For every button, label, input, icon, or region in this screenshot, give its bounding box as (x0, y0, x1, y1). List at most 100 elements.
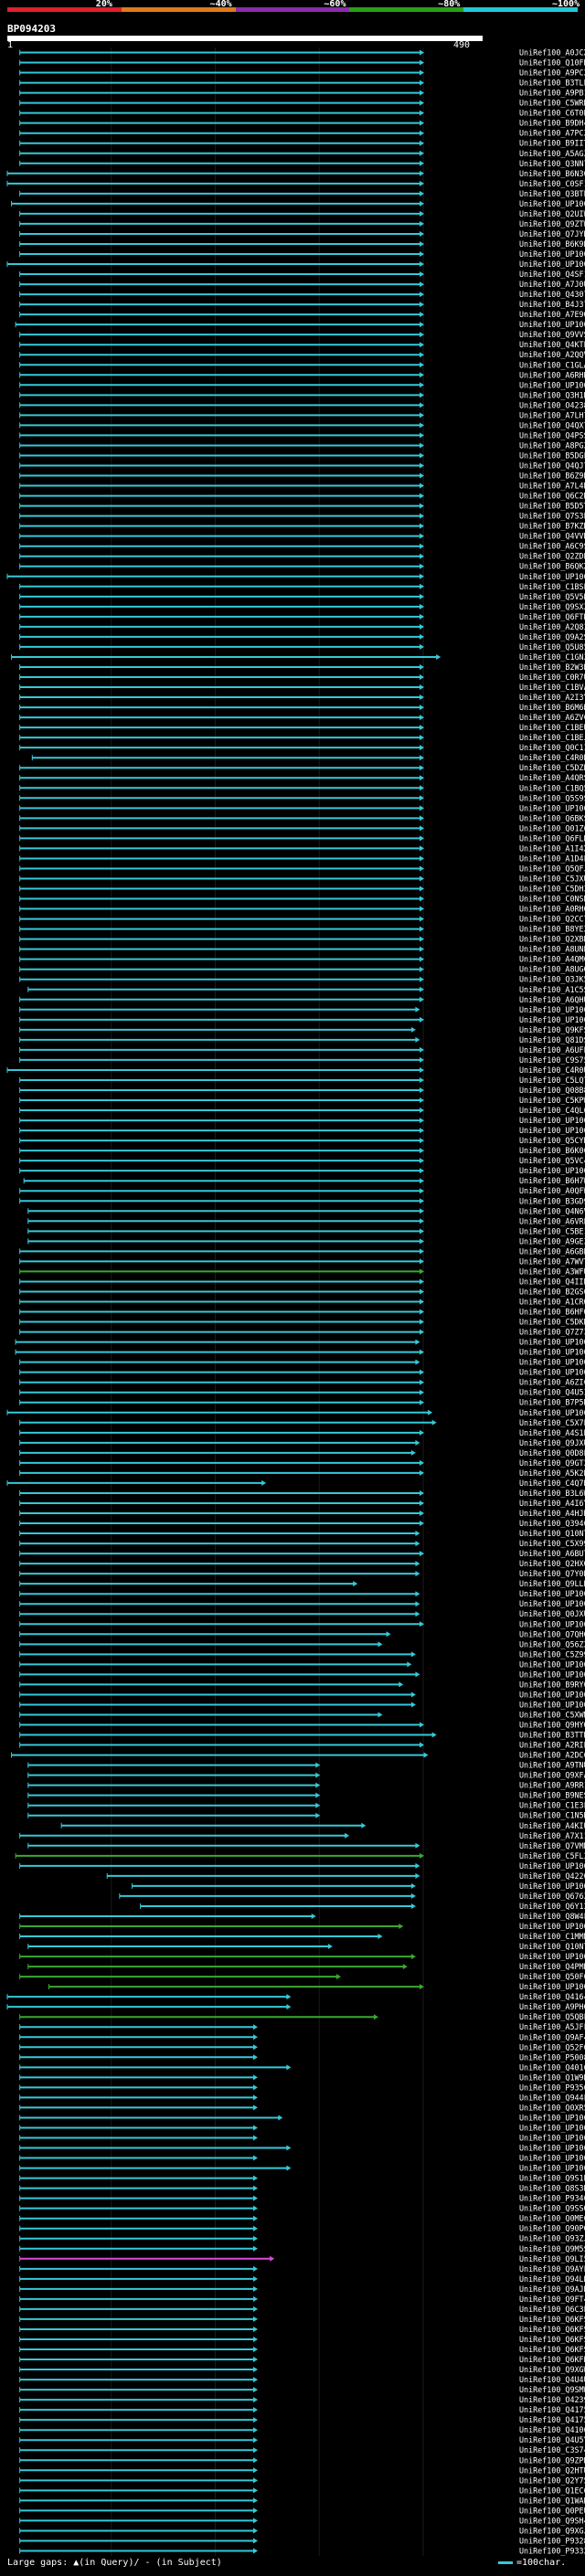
hit-label: UniRef100_P50087 (519, 2052, 585, 2062)
hit-label: UniRef100_A0JCX9 (519, 48, 585, 58)
hit-label: UniRef100_UP1000... (519, 1126, 585, 1135)
hit-label: UniRef100_Q9KFS8 (519, 1025, 585, 1034)
hit-label: UniRef100_A9GE34 (519, 1236, 585, 1246)
hit-label: UniRef100_C4QL66 (519, 1106, 585, 1115)
hit-label: UniRef100_UP1000... (519, 2144, 585, 2153)
hit-arrow-icon (415, 1842, 420, 1849)
hit-label: UniRef100_Q676Z1 (519, 1892, 585, 1901)
hit-label: UniRef100_C1BSP1 (519, 582, 585, 591)
hit-arrow-icon (253, 2306, 258, 2312)
hit-arrow-icon (410, 1903, 416, 1909)
hit-label: UniRef100_A6QHU5 (519, 995, 585, 1004)
hit-label: UniRef100_A5K2R4 (519, 1468, 585, 1478)
hit-label: UniRef100_P93321 (519, 2546, 585, 2555)
hit-label: UniRef100_A8PGZ7 (519, 440, 585, 450)
hit-label: UniRef100_A7E9Q3 (519, 310, 585, 319)
hit-arrow-icon (253, 2285, 258, 2292)
hit-arrow-icon (410, 1882, 416, 1889)
hit-arrow-icon (286, 2145, 292, 2151)
hit-label: UniRef100_B3L6W2 (519, 1489, 585, 1498)
hit-arrow-icon (253, 2336, 258, 2342)
hit-label: UniRef100_UP1000... (519, 2154, 585, 2163)
hit-label: UniRef100_B6H7W0 (519, 1176, 585, 1185)
hit-label: UniRef100_A1CRQ4 (519, 1298, 585, 1307)
hit-label: UniRef100_A4S1B1 (519, 1428, 585, 1437)
hit-arrow-icon (253, 2245, 258, 2252)
hit-label: UniRef100_Q7JYK1 (519, 229, 585, 239)
hit-label: UniRef100_Q42202 (519, 1871, 585, 1881)
hit-label: UniRef100_UP1000... (519, 249, 585, 259)
hit-label: UniRef100_UP1000... (519, 1670, 585, 1679)
hit-label: UniRef100_UP1000... (519, 1348, 585, 1357)
hit-label: UniRef100_Q39408 (519, 1519, 585, 1528)
hit-arrow-icon (253, 2347, 258, 2353)
hit-label: UniRef100_Q4N6V0 (519, 1206, 585, 1215)
hit-label: UniRef100_A1C5S9 (519, 985, 585, 994)
hit-arrow-icon (253, 2054, 258, 2061)
hit-arrow-icon (253, 2155, 258, 2161)
hit-label: UniRef100_C4R0U2 (519, 1065, 585, 1075)
query-id: BP094203 (7, 23, 56, 35)
hit-arrow-icon (253, 2275, 258, 2282)
hit-label: UniRef100_UP1000... (519, 1952, 585, 1961)
hit-label: UniRef100_UP1000... (519, 1599, 585, 1608)
hit-arrow-icon (415, 1339, 420, 1345)
hit-label: UniRef100_C1BEU3 (519, 723, 585, 732)
hit-arrow-icon (253, 2225, 258, 2231)
hit-arrow-icon (410, 1892, 416, 1899)
hit-label: UniRef100_B5DGL2 (519, 451, 585, 460)
hit-arrow-icon (402, 1964, 408, 1970)
hit-arrow-icon (286, 1994, 292, 2000)
hit-label: UniRef100_B2W3N0 (519, 663, 585, 672)
hit-label: UniRef100_Q7Z739 (519, 1328, 585, 1337)
hit-label: UniRef100_C4Q7H3 (519, 1479, 585, 1488)
hit-label: UniRef100_Q2Y757 (519, 2475, 585, 2485)
hit-arrow-icon (253, 2427, 258, 2433)
hit-arrow-icon (415, 1561, 420, 1567)
hit-arrow-icon (253, 2387, 258, 2393)
hit-label: UniRef100_Q2HTU3 (519, 2465, 585, 2475)
hit-label: UniRef100_UP1000... (519, 1659, 585, 1669)
query-bar (7, 36, 483, 41)
hit-label: UniRef100_B9IIT0 (519, 139, 585, 148)
hit-arrow-icon (436, 653, 441, 660)
hit-label: UniRef100_Q0C1I6 (519, 743, 585, 752)
hit-label: UniRef100_Q9XGW1 (519, 2365, 585, 2374)
hit-arrow-icon (253, 2477, 258, 2484)
scale-label: ~100% (552, 0, 580, 9)
hit-label: UniRef100_B9NES0 (519, 1791, 585, 1800)
hit-arrow-icon (378, 1712, 383, 1718)
hit-label: UniRef100_A9PHG1 (519, 2002, 585, 2011)
hit-label: UniRef100_Q41067 (519, 2425, 585, 2434)
hit-arrow-icon (415, 1531, 420, 1537)
hit-label: UniRef100_Q9S1B5 (519, 2174, 585, 2183)
hit-label: UniRef100_Q2HXG3 (519, 1559, 585, 1568)
hit-arrow-icon (410, 1691, 416, 1698)
hit-label: UniRef100_Q6BKS2 (519, 813, 585, 822)
hit-label: UniRef100_Q81DS0 (519, 1035, 585, 1044)
hit-label: UniRef100_Q3H1H3 (519, 390, 585, 399)
hit-arrow-icon (270, 2255, 275, 2262)
hit-label: UniRef100_B7P5H7 (519, 1398, 585, 1407)
hit-label: UniRef100_Q1EC66 (519, 2486, 585, 2495)
hit-label: UniRef100_Q6C2D7 (519, 492, 585, 501)
hit-arrow-icon (253, 2507, 258, 2514)
hit-label: UniRef100_Q90PG3 (519, 2224, 585, 2233)
hit-label: UniRef100_Q5QFJ3 (519, 864, 585, 873)
hit-label: UniRef100_Q5S9S2 (519, 793, 585, 802)
hit-label: UniRef100_Q4SF14 (519, 270, 585, 279)
hit-label: UniRef100_Q8S3N9 (519, 2184, 585, 2193)
hit-label: UniRef100_Q1W9H6 (519, 2072, 585, 2082)
hit-arrow-icon (415, 1611, 420, 1617)
hit-arrow-icon (378, 1934, 383, 1940)
hit-arrow-icon (431, 1732, 437, 1738)
hit-label: UniRef100_P93406 (519, 2194, 585, 2203)
hit-arrow-icon (253, 2437, 258, 2443)
hit-arrow-icon (253, 2215, 258, 2221)
hit-arrow-icon (415, 1359, 420, 1365)
hit-label: UniRef100_Q7QHG4 (519, 1629, 585, 1638)
hit-label: UniRef100_UP1000... (519, 1922, 585, 1931)
hit-arrow-icon (253, 2185, 258, 2191)
hit-label: UniRef100_A8UNB2 (519, 945, 585, 954)
hit-arrow-icon (253, 2367, 258, 2373)
